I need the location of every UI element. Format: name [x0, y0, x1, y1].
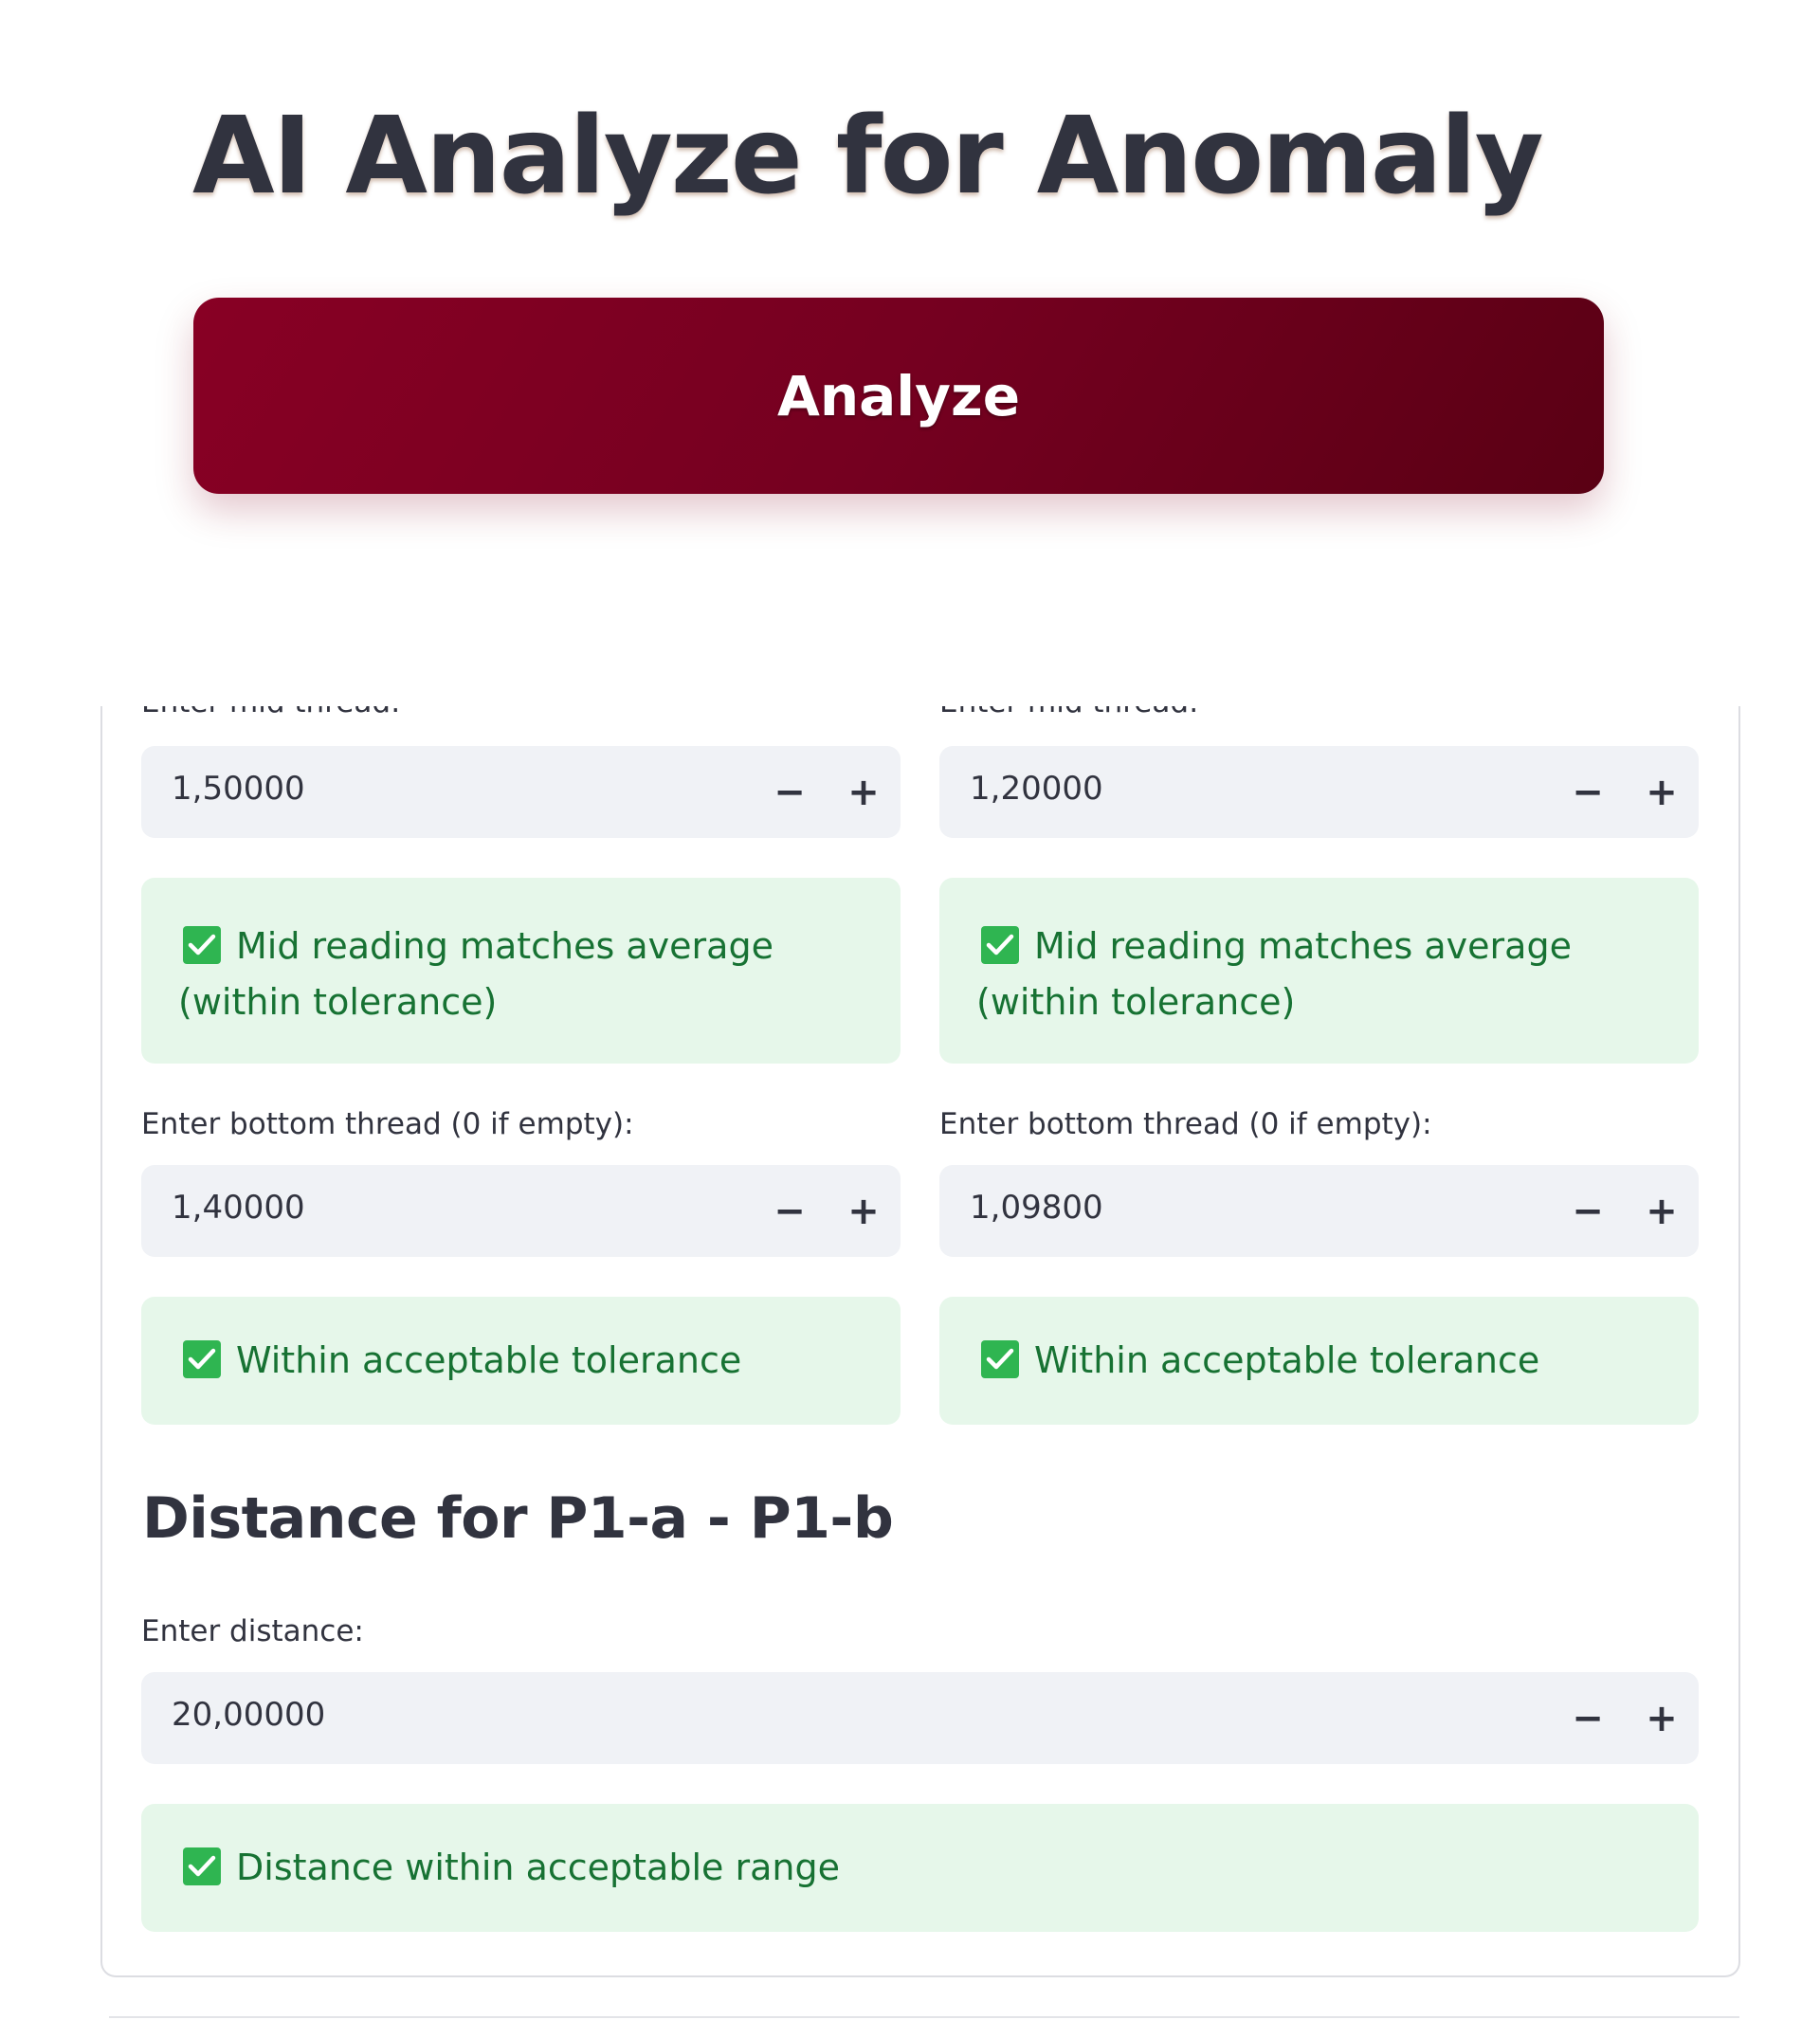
distance-heading: Distance for P1-a - P1-b [142, 1485, 894, 1552]
mid-thread-value-2[interactable]: 1,20000 [970, 770, 1103, 808]
bottom-thread-label-2: Enter bottom thread (0 if empty): [939, 1107, 1432, 1141]
bottom-thread-label-1: Enter bottom thread (0 if empty): [141, 1107, 634, 1141]
plus-icon: + [1646, 1696, 1678, 1740]
bottom-thread-success-text-2: Within acceptable tolerance [1034, 1339, 1540, 1381]
plus-icon: + [1646, 770, 1678, 814]
minus-icon: − [1572, 1696, 1604, 1740]
plus-icon: + [847, 770, 880, 814]
minus-icon: − [774, 770, 806, 814]
divider [109, 2016, 1739, 2018]
minus-icon: − [774, 1189, 806, 1233]
bottom-thread-increment-1[interactable]: + [827, 1165, 901, 1257]
bottom-thread-success-alert-1: Within acceptable tolerance [141, 1297, 901, 1425]
results-panel: Enter mid thread: 1,50000 − + Mid readin… [100, 706, 1740, 1977]
mid-thread-decrement-1[interactable]: − [753, 746, 827, 838]
plus-icon: + [1646, 1189, 1678, 1233]
mid-thread-success-alert-1: Mid reading matches average (within tole… [141, 878, 901, 1064]
analyze-button[interactable]: Analyze [193, 298, 1604, 494]
check-box-icon [183, 926, 221, 964]
check-box-icon [981, 926, 1019, 964]
bottom-thread-success-text-1: Within acceptable tolerance [236, 1339, 742, 1381]
distance-increment[interactable]: + [1625, 1672, 1699, 1764]
distance-input[interactable]: 20,00000 − + [141, 1672, 1699, 1764]
mid-thread-increment-2[interactable]: + [1625, 746, 1699, 838]
mid-thread-increment-1[interactable]: + [827, 746, 901, 838]
mid-thread-input-1[interactable]: 1,50000 − + [141, 746, 901, 838]
check-box-icon [183, 1847, 221, 1885]
bottom-thread-value-1[interactable]: 1,40000 [172, 1189, 305, 1227]
mid-thread-decrement-2[interactable]: − [1551, 746, 1625, 838]
minus-icon: − [1572, 770, 1604, 814]
bottom-thread-increment-2[interactable]: + [1625, 1165, 1699, 1257]
mid-thread-success-text-1: Mid reading matches average (within tole… [178, 925, 774, 1023]
mid-thread-value-1[interactable]: 1,50000 [172, 770, 305, 808]
bottom-thread-input-1[interactable]: 1,40000 − + [141, 1165, 901, 1257]
page: AI Analyze for Anomaly Analyze Enter mid… [0, 0, 1820, 2020]
distance-label: Enter distance: [141, 1614, 364, 1648]
bottom-thread-input-2[interactable]: 1,09800 − + [939, 1165, 1699, 1257]
analyze-button-label: Analyze [776, 363, 1021, 428]
plus-icon: + [847, 1189, 880, 1233]
mid-thread-success-text-2: Mid reading matches average (within tole… [976, 925, 1572, 1023]
distance-decrement[interactable]: − [1551, 1672, 1625, 1764]
check-box-icon [183, 1340, 221, 1378]
bottom-thread-value-2[interactable]: 1,09800 [970, 1189, 1103, 1227]
minus-icon: − [1572, 1189, 1604, 1233]
check-box-icon [981, 1340, 1019, 1378]
page-title: AI Analyze for Anomaly [192, 95, 1544, 218]
distance-value[interactable]: 20,00000 [172, 1696, 325, 1734]
bottom-thread-decrement-2[interactable]: − [1551, 1165, 1625, 1257]
mid-thread-label-1: Enter mid thread: [141, 706, 400, 719]
mid-thread-input-2[interactable]: 1,20000 − + [939, 746, 1699, 838]
bottom-thread-decrement-1[interactable]: − [753, 1165, 827, 1257]
distance-success-text: Distance within acceptable range [236, 1847, 840, 1888]
distance-success-alert: Distance within acceptable range [141, 1804, 1699, 1932]
bottom-thread-success-alert-2: Within acceptable tolerance [939, 1297, 1699, 1425]
mid-thread-label-2: Enter mid thread: [939, 706, 1198, 719]
mid-thread-success-alert-2: Mid reading matches average (within tole… [939, 878, 1699, 1064]
